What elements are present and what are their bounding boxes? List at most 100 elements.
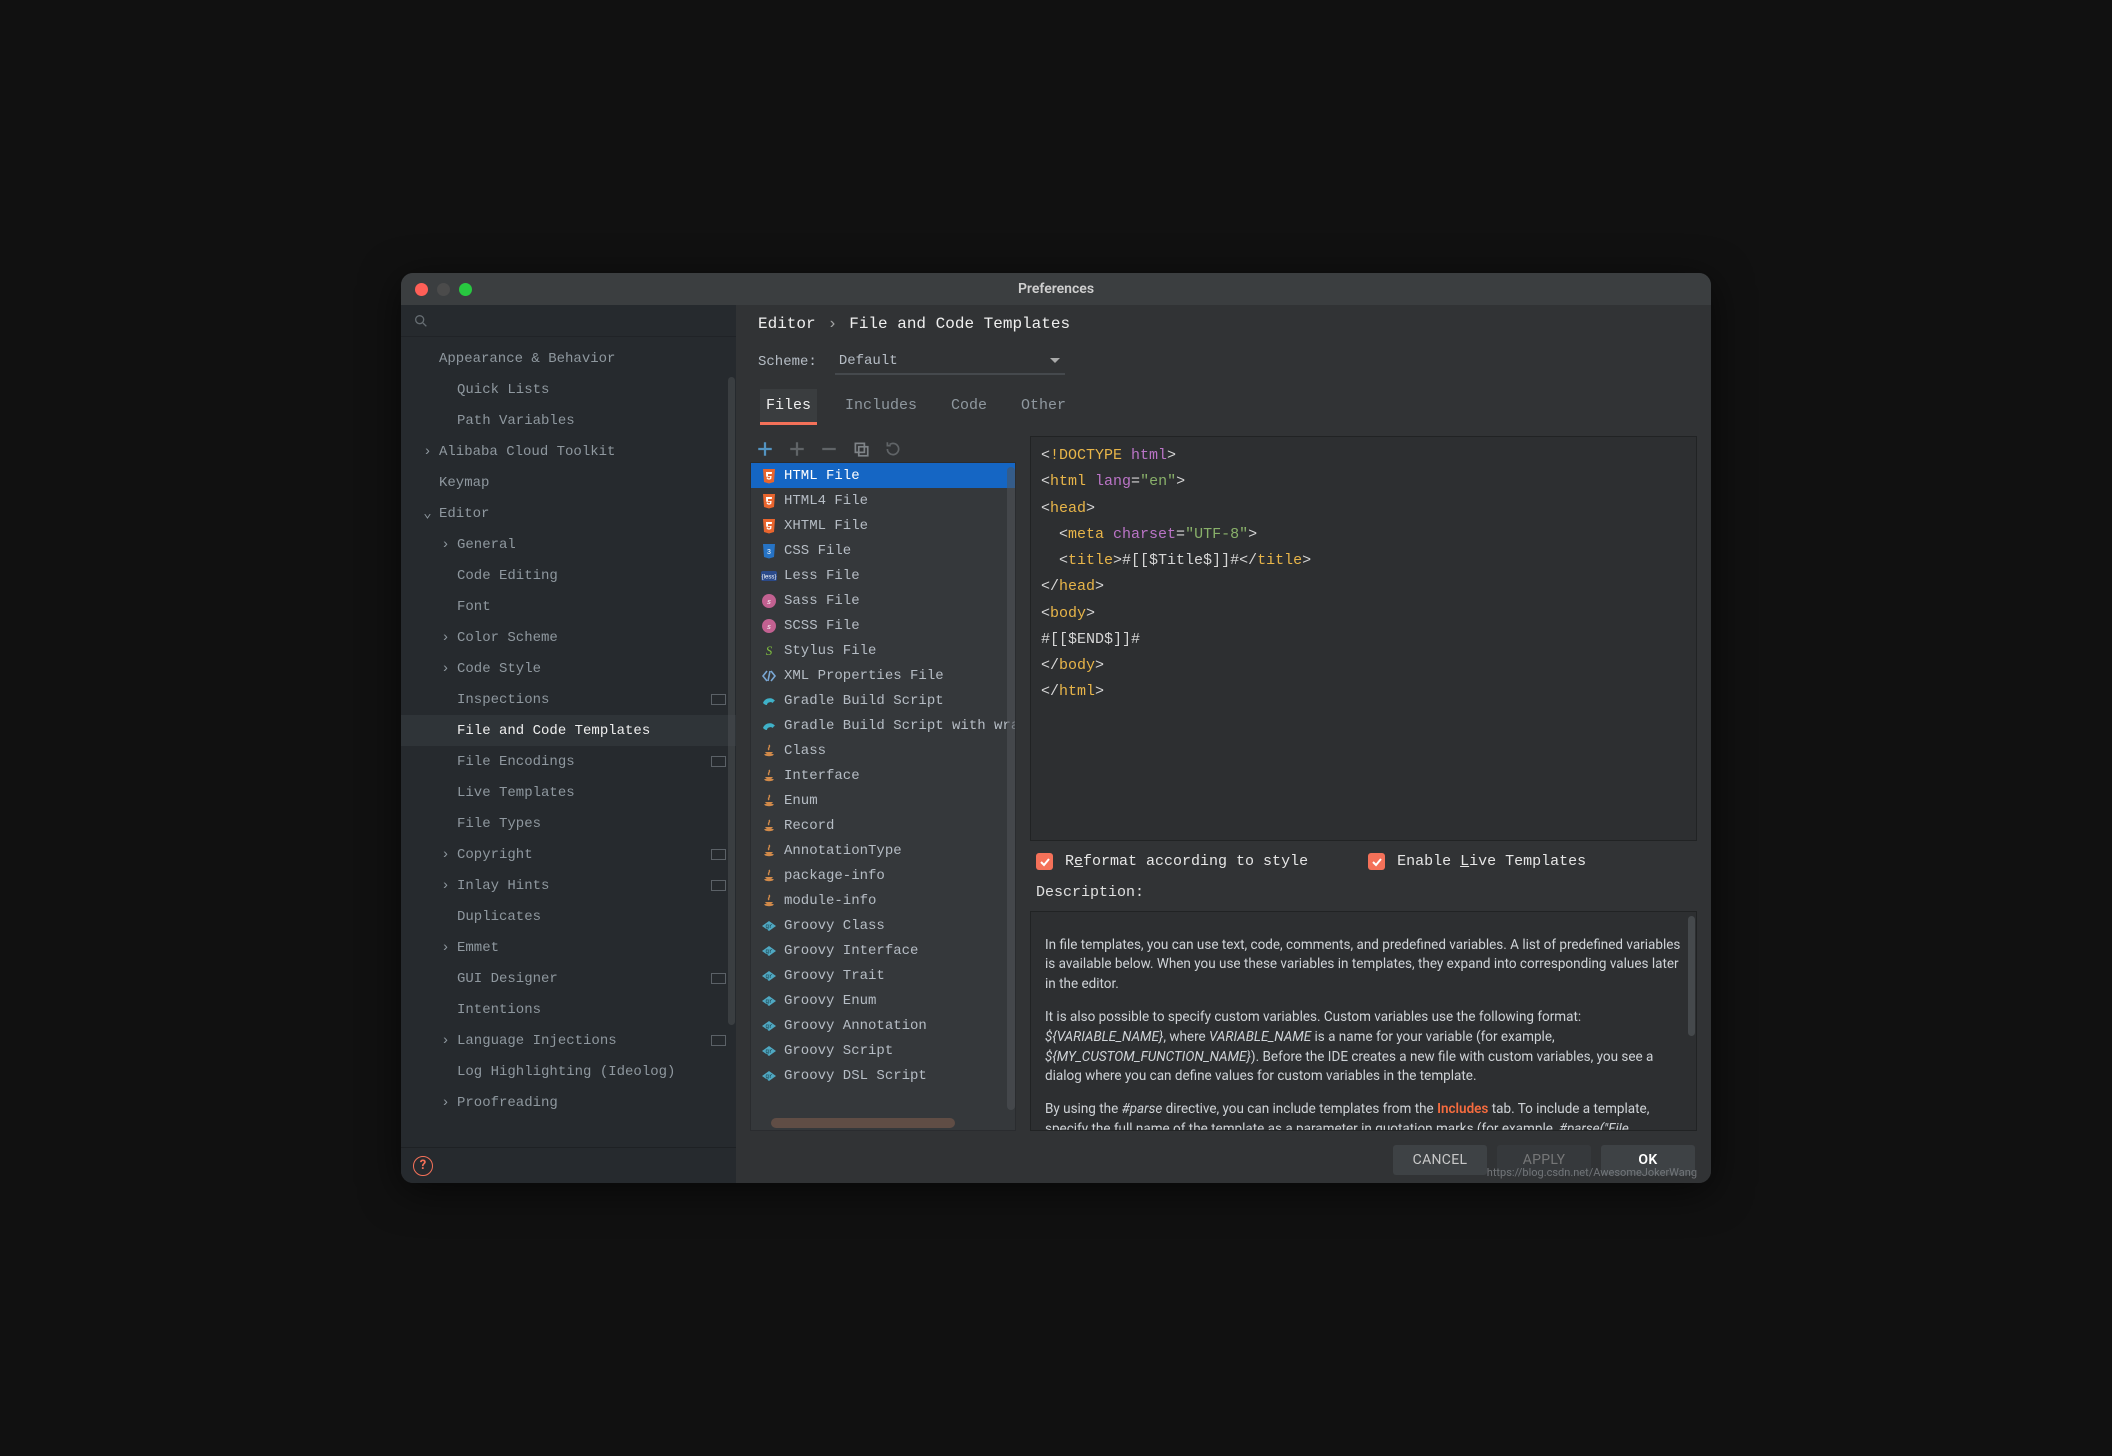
- tree-item[interactable]: Inspections: [401, 684, 736, 715]
- tree-item[interactable]: Keymap: [401, 467, 736, 498]
- template-item[interactable]: grGroovy Trait: [751, 963, 1015, 988]
- enable-live-templates-checkbox[interactable]: Enable Live Templates: [1368, 853, 1586, 870]
- template-item[interactable]: Interface: [751, 763, 1015, 788]
- tree-item[interactable]: Quick Lists: [401, 374, 736, 405]
- tree-item[interactable]: File and Code Templates: [401, 715, 736, 746]
- main-panel: Editor › File and Code Templates Scheme:…: [736, 305, 1711, 1183]
- tree-item[interactable]: Code Editing: [401, 560, 736, 591]
- template-item[interactable]: 3CSS File: [751, 538, 1015, 563]
- template-list[interactable]: HTML FileHTML4 FileXHTML File3CSS File{l…: [750, 462, 1016, 1131]
- description-label: Description:: [1030, 882, 1697, 903]
- help-button[interactable]: ?: [401, 1147, 736, 1183]
- tree-item[interactable]: Log Highlighting (Ideolog): [401, 1056, 736, 1087]
- tab-code[interactable]: Code: [945, 389, 993, 425]
- tree-item[interactable]: Intentions: [401, 994, 736, 1025]
- cancel-button[interactable]: CANCEL: [1393, 1145, 1487, 1175]
- close-window-icon[interactable]: [415, 283, 428, 296]
- html5-file-icon: [761, 518, 777, 534]
- tree-item-label: GUI Designer: [457, 971, 558, 987]
- tree-item[interactable]: Font: [401, 591, 736, 622]
- tree-item[interactable]: Duplicates: [401, 901, 736, 932]
- template-item[interactable]: grGroovy Annotation: [751, 1013, 1015, 1038]
- tree-item-label: Alibaba Cloud Toolkit: [439, 444, 615, 460]
- tree-item[interactable]: ›Proofreading: [401, 1087, 736, 1118]
- template-item[interactable]: {less}Less File: [751, 563, 1015, 588]
- tree-item[interactable]: Path Variables: [401, 405, 736, 436]
- template-item-label: CSS File: [784, 543, 851, 559]
- template-item[interactable]: AnnotationType: [751, 838, 1015, 863]
- tree-item-label: File Encodings: [457, 754, 575, 770]
- project-scope-icon: [711, 1035, 726, 1046]
- template-item[interactable]: grGroovy Interface: [751, 938, 1015, 963]
- template-item[interactable]: Gradle Build Script: [751, 688, 1015, 713]
- description-paragraph: By using the #parse directive, you can i…: [1045, 1100, 1682, 1131]
- template-item[interactable]: Enum: [751, 788, 1015, 813]
- template-item[interactable]: grGroovy Enum: [751, 988, 1015, 1013]
- tree-item[interactable]: ›Copyright: [401, 839, 736, 870]
- tree-item-label: Inlay Hints: [457, 878, 549, 894]
- breadcrumb-section[interactable]: Editor: [758, 315, 816, 333]
- tree-item[interactable]: File Encodings: [401, 746, 736, 777]
- template-item-label: Groovy Interface: [784, 943, 918, 959]
- tree-item[interactable]: ›Color Scheme: [401, 622, 736, 653]
- tree-item[interactable]: ⌄Editor: [401, 498, 736, 529]
- template-item-label: package-info: [784, 868, 885, 884]
- template-item[interactable]: module-info: [751, 888, 1015, 913]
- svg-text:gr: gr: [765, 1023, 773, 1030]
- tab-files[interactable]: Files: [760, 389, 817, 425]
- gradle-file-icon: [761, 718, 777, 734]
- template-item[interactable]: package-info: [751, 863, 1015, 888]
- template-item[interactable]: grGroovy Class: [751, 913, 1015, 938]
- tree-item[interactable]: File Types: [401, 808, 736, 839]
- tree-item[interactable]: ›Code Style: [401, 653, 736, 684]
- tree-item[interactable]: ›General: [401, 529, 736, 560]
- template-item[interactable]: grGroovy DSL Script: [751, 1063, 1015, 1088]
- tree-item-label: Duplicates: [457, 909, 541, 925]
- template-item[interactable]: sSass File: [751, 588, 1015, 613]
- add-child-template-icon[interactable]: [788, 440, 806, 458]
- reformat-checkbox[interactable]: Reformat according to style: [1036, 853, 1308, 870]
- html5-file-icon: [761, 468, 777, 484]
- breadcrumb-separator-icon: ›: [828, 315, 838, 333]
- tree-item[interactable]: ›Alibaba Cloud Toolkit: [401, 436, 736, 467]
- settings-tree[interactable]: Appearance & BehaviorQuick ListsPath Var…: [401, 337, 736, 1147]
- tree-item[interactable]: Live Templates: [401, 777, 736, 808]
- zoom-window-icon[interactable]: [459, 283, 472, 296]
- scrollbar[interactable]: [728, 377, 735, 1025]
- remove-template-icon[interactable]: [820, 440, 838, 458]
- description-box[interactable]: In file templates, you can use text, cod…: [1030, 911, 1697, 1131]
- add-template-icon[interactable]: [756, 440, 774, 458]
- sidebar-search[interactable]: [401, 305, 736, 337]
- template-item[interactable]: sSCSS File: [751, 613, 1015, 638]
- tree-item[interactable]: ›Emmet: [401, 932, 736, 963]
- template-item[interactable]: SStylus File: [751, 638, 1015, 663]
- project-scope-icon: [711, 849, 726, 860]
- scrollbar[interactable]: [1007, 467, 1015, 1110]
- tree-item[interactable]: ›Inlay Hints: [401, 870, 736, 901]
- copy-template-icon[interactable]: [852, 440, 870, 458]
- template-item[interactable]: HTML4 File: [751, 488, 1015, 513]
- revert-template-icon[interactable]: [884, 440, 902, 458]
- template-item[interactable]: Gradle Build Script with wrapper: [751, 713, 1015, 738]
- template-item[interactable]: XHTML File: [751, 513, 1015, 538]
- template-code-editor[interactable]: <!DOCTYPE html> <html lang="en"> <head> …: [1030, 436, 1697, 841]
- tree-item-label: File and Code Templates: [457, 723, 650, 739]
- tree-item[interactable]: Appearance & Behavior: [401, 343, 736, 374]
- tree-item[interactable]: ›Language Injections: [401, 1025, 736, 1056]
- template-item[interactable]: Class: [751, 738, 1015, 763]
- template-item[interactable]: Record: [751, 813, 1015, 838]
- scrollbar[interactable]: [1688, 916, 1695, 1036]
- scrollbar-horizontal[interactable]: [771, 1118, 955, 1128]
- tree-item-label: Language Injections: [457, 1033, 617, 1049]
- template-item[interactable]: HTML File: [751, 463, 1015, 488]
- minimize-window-icon[interactable]: [437, 283, 450, 296]
- scheme-select[interactable]: Default: [835, 349, 1065, 375]
- includes-link[interactable]: Includes: [1437, 1101, 1488, 1117]
- tree-item-label: Code Editing: [457, 568, 558, 584]
- tab-includes[interactable]: Includes: [839, 389, 923, 425]
- tab-other[interactable]: Other: [1015, 389, 1072, 425]
- search-input[interactable]: [437, 312, 724, 330]
- template-item[interactable]: grGroovy Script: [751, 1038, 1015, 1063]
- template-item[interactable]: XML Properties File: [751, 663, 1015, 688]
- tree-item[interactable]: GUI Designer: [401, 963, 736, 994]
